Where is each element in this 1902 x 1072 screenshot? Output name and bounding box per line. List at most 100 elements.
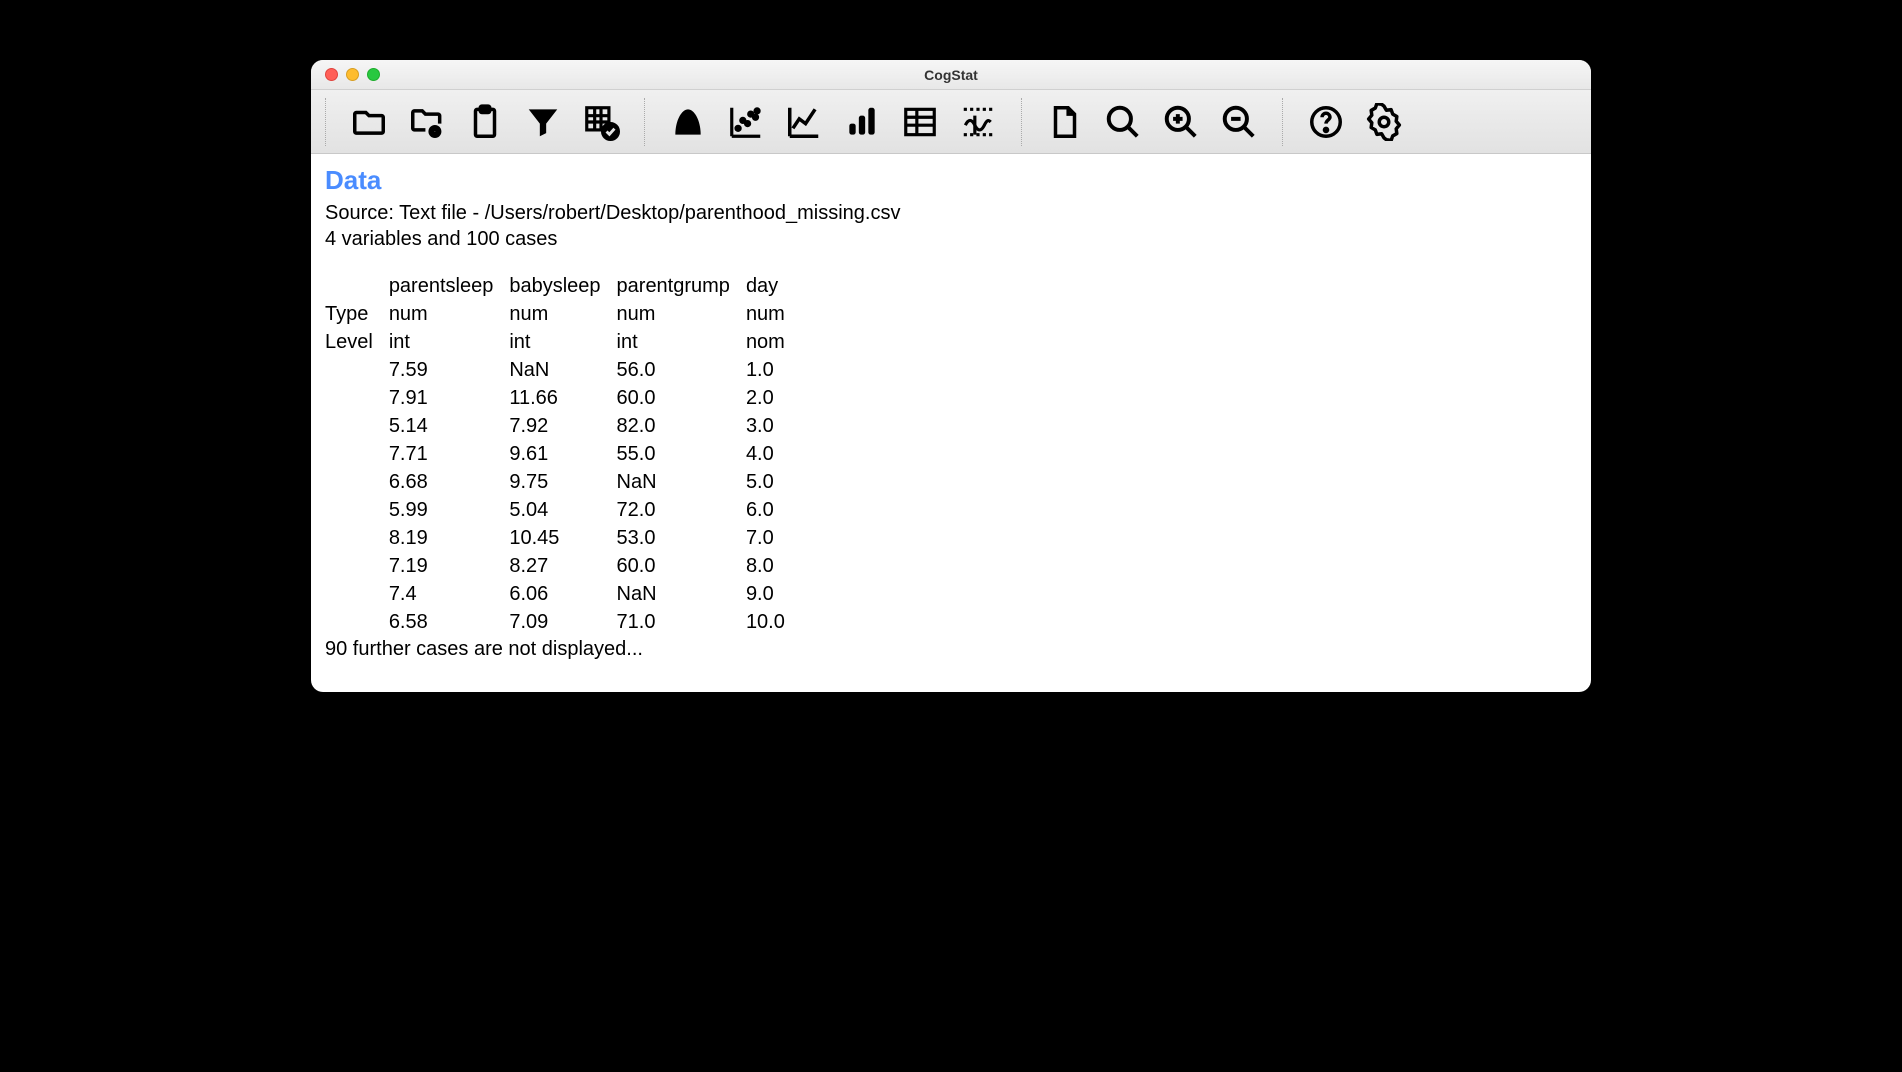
folder-open-icon[interactable] <box>346 99 392 145</box>
table-cell: 4.0 <box>746 440 801 468</box>
column-header: babysleep <box>509 272 616 300</box>
table-row: 5.147.9282.03.0 <box>325 412 801 440</box>
line-chart-icon[interactable] <box>781 99 827 145</box>
clipboard-icon[interactable] <box>462 99 508 145</box>
table-row: 7.9111.6660.02.0 <box>325 384 801 412</box>
scatter-icon[interactable] <box>723 99 769 145</box>
toolbar <box>311 90 1591 154</box>
toolbar-group-view <box>1032 99 1272 145</box>
table-cell: 7.4 <box>389 580 510 608</box>
table-cell: num <box>389 300 510 328</box>
table-cell: 5.04 <box>509 496 616 524</box>
distribution-icon[interactable] <box>665 99 711 145</box>
minimize-window-button[interactable] <box>346 68 359 81</box>
row-label <box>325 496 389 524</box>
section-heading: Data <box>325 164 1577 198</box>
table-cell: 1.0 <box>746 356 801 384</box>
close-window-button[interactable] <box>325 68 338 81</box>
table-cell: 7.0 <box>746 524 801 552</box>
row-label <box>325 580 389 608</box>
pivot-check-icon[interactable] <box>578 99 624 145</box>
table-cell: 8.0 <box>746 552 801 580</box>
table-cell: 2.0 <box>746 384 801 412</box>
row-label <box>325 524 389 552</box>
table-header-row: parentsleep babysleep parentgrump day <box>325 272 801 300</box>
row-label <box>325 608 389 636</box>
table-cell: 6.06 <box>509 580 616 608</box>
table-cell: 6.0 <box>746 496 801 524</box>
zoom-out-icon[interactable] <box>1216 99 1262 145</box>
row-label <box>325 468 389 496</box>
mixed-chart-icon[interactable] <box>955 99 1001 145</box>
table-cell: int <box>509 328 616 356</box>
help-icon[interactable] <box>1303 99 1349 145</box>
data-source-line: Source: Text file - /Users/robert/Deskto… <box>325 200 1577 226</box>
table-cell: 8.27 <box>509 552 616 580</box>
table-cell: 71.0 <box>617 608 746 636</box>
table-cell: 82.0 <box>617 412 746 440</box>
table-cell: 7.71 <box>389 440 510 468</box>
table-cell: 9.75 <box>509 468 616 496</box>
table-cell: 5.14 <box>389 412 510 440</box>
table-icon[interactable] <box>897 99 943 145</box>
table-row: 8.1910.4553.07.0 <box>325 524 801 552</box>
toolbar-group-meta <box>1293 99 1417 145</box>
table-cell: 11.66 <box>509 384 616 412</box>
table-row: 6.587.0971.010.0 <box>325 608 801 636</box>
zoom-in-icon[interactable] <box>1158 99 1204 145</box>
table-cell: 6.68 <box>389 468 510 496</box>
search-icon[interactable] <box>1100 99 1146 145</box>
table-cell: 7.09 <box>509 608 616 636</box>
table-row: 7.59NaN56.01.0 <box>325 356 801 384</box>
table-row: Typenumnumnumnum <box>325 300 801 328</box>
table-cell: int <box>389 328 510 356</box>
table-cell: 7.91 <box>389 384 510 412</box>
table-cell: 6.58 <box>389 608 510 636</box>
toolbar-group-data <box>336 99 634 145</box>
folder-find-icon[interactable] <box>404 99 450 145</box>
bar-chart-icon[interactable] <box>839 99 885 145</box>
table-cell: 55.0 <box>617 440 746 468</box>
table-row: 5.995.0472.06.0 <box>325 496 801 524</box>
row-label: Type <box>325 300 389 328</box>
table-cell: num <box>617 300 746 328</box>
table-cell: int <box>617 328 746 356</box>
window-title: CogStat <box>311 67 1591 83</box>
column-header: parentgrump <box>617 272 746 300</box>
table-cell: 8.19 <box>389 524 510 552</box>
table-cell: 7.59 <box>389 356 510 384</box>
row-label <box>325 552 389 580</box>
table-row: 7.198.2760.08.0 <box>325 552 801 580</box>
table-row: 7.46.06NaN9.0 <box>325 580 801 608</box>
table-cell: 5.99 <box>389 496 510 524</box>
table-cell: 60.0 <box>617 552 746 580</box>
column-header: day <box>746 272 801 300</box>
table-cell: NaN <box>617 468 746 496</box>
row-label <box>325 440 389 468</box>
window-controls <box>311 68 380 81</box>
app-window: CogStat <box>311 60 1591 692</box>
table-cell: 72.0 <box>617 496 746 524</box>
table-cell: num <box>509 300 616 328</box>
table-cell: 9.61 <box>509 440 616 468</box>
table-cell: 9.0 <box>746 580 801 608</box>
table-cell: NaN <box>617 580 746 608</box>
row-label <box>325 412 389 440</box>
filter-icon[interactable] <box>520 99 566 145</box>
table-row: Levelintintintnom <box>325 328 801 356</box>
row-label: Level <box>325 328 389 356</box>
row-label <box>325 384 389 412</box>
table-cell: 7.92 <box>509 412 616 440</box>
table-cell: num <box>746 300 801 328</box>
table-row: 6.689.75NaN5.0 <box>325 468 801 496</box>
table-row: 7.719.6155.04.0 <box>325 440 801 468</box>
maximize-window-button[interactable] <box>367 68 380 81</box>
truncated-notice: 90 further cases are not displayed... <box>325 636 1577 662</box>
content-area: Data Source: Text file - /Users/robert/D… <box>311 154 1591 692</box>
data-preview-table: parentsleep babysleep parentgrump day Ty… <box>325 272 801 636</box>
table-cell: 53.0 <box>617 524 746 552</box>
document-icon[interactable] <box>1042 99 1088 145</box>
settings-icon[interactable] <box>1361 99 1407 145</box>
table-cell: 56.0 <box>617 356 746 384</box>
table-cell: 5.0 <box>746 468 801 496</box>
